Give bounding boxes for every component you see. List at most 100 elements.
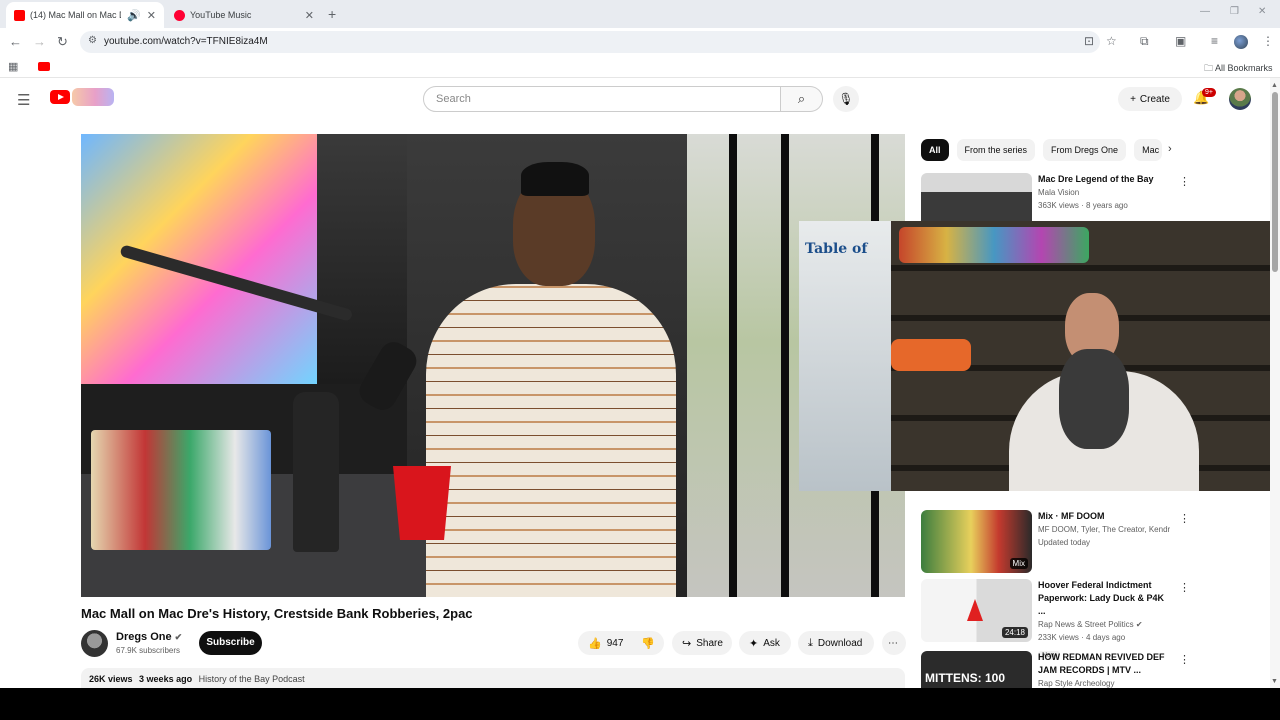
install-app-icon[interactable]: ⊡ [1084,34,1094,48]
more-vertical-icon[interactable]: ⋮ [1179,581,1190,594]
forward-icon[interactable]: → [33,34,46,49]
recommendation-item[interactable]: MITTENS: 100 HOW REDMAN REVIVED DEF JAM … [921,651,1190,688]
microphone-icon[interactable]: 🎙 [833,86,859,112]
subscriber-count: 67.9K subscribers [116,646,181,655]
graffiti-screen-image [81,134,321,384]
recommendation-channel[interactable]: Mala Vision [1038,186,1170,199]
browser-menu-icon[interactable]: ⋮ [1262,34,1274,48]
notification-count-badge: 9+ [1202,88,1216,97]
ask-label: Ask [763,637,780,649]
tab-close-icon[interactable]: ✕ [147,9,156,22]
cast-icon[interactable]: ▣ [1175,34,1186,48]
poster-title: Table of [805,241,868,257]
scroll-up-icon[interactable]: ▲ [1271,82,1278,89]
poster-image: Table of [799,221,891,491]
like-dislike-group: 👍 947 👎 [578,631,664,655]
speaker-icon[interactable]: 🔊 [127,9,141,22]
more-actions-button[interactable]: ⋯ [882,631,906,655]
create-button[interactable]: + Create [1118,87,1182,111]
recommendation-meta: HOW REDMAN REVIVED DEF JAM RECORDS | MTV… [1038,651,1170,688]
subscribe-button[interactable]: Subscribe [199,631,262,655]
scrollbar-thumb[interactable] [1272,92,1278,272]
reload-icon[interactable]: ↻ [57,34,68,50]
youtube-music-favicon-icon [174,9,185,21]
recommendation-title[interactable]: HOW REDMAN REVIVED DEF JAM RECORDS | MTV… [1038,651,1170,677]
dough-sign-image [891,339,971,371]
youtube-bookmark-icon[interactable] [38,62,50,71]
search-input[interactable]: Search [423,86,781,112]
ask-button[interactable]: ✦ Ask [739,631,791,655]
upload-age: 3 weeks ago [139,674,193,684]
recommendation-item[interactable]: Mix Mix · MF DOOM MF DOOM, Tyler, The Cr… [921,510,1190,576]
bookmark-star-icon[interactable]: ☆ [1106,34,1117,48]
hamburger-menu-icon[interactable]: ☰ [17,91,30,109]
all-bookmarks[interactable]: 🗀 All Bookmarks [1204,61,1273,77]
url-text[interactable]: youtube.com/watch?v=TFNIE8iza4M [104,36,268,47]
more-vertical-icon[interactable]: ⋮ [1179,653,1190,666]
video-player[interactable] [81,134,905,597]
restore-icon[interactable]: ❐ [1230,6,1239,17]
new-tab-icon[interactable]: + [328,6,336,22]
video-thumbnail[interactable]: Mix [921,510,1032,573]
thumbs-up-icon[interactable]: 👍 [588,637,602,650]
browser-tab-strip: (14) Mac Mall on Mac Dre's 🔊 ✕ YouTube M… [0,0,1280,28]
share-arrow-icon: ↪ [682,637,692,650]
recommendation-stats: 363K views · 8 years ago [1038,201,1128,210]
account-avatar[interactable] [1229,88,1251,110]
recommendation-title[interactable]: Mix · MF DOOM [1038,510,1170,523]
tab-youtube-video[interactable]: (14) Mac Mall on Mac Dre's 🔊 ✕ [6,2,164,28]
window-close-icon[interactable]: ✕ [1258,6,1266,17]
media-controls-icon[interactable]: ≡ [1211,34,1218,48]
youtube-doodle-icon[interactable] [72,88,114,106]
video-thumbnail[interactable]: MITTENS: 100 [921,651,1032,688]
spray-cans-image [91,430,271,550]
plus-icon: + [1130,93,1136,105]
minimize-icon[interactable]: — [1200,6,1210,17]
extensions-icon[interactable]: ⧉ [1140,34,1149,49]
chip-all[interactable]: All [921,139,949,161]
download-icon: ⤓ [808,636,813,649]
like-count[interactable]: 947 [607,638,624,649]
more-vertical-icon[interactable]: ⋮ [1179,512,1190,525]
recommendation-channel[interactable]: MF DOOM, Tyler, The Creator, Kendrick L.… [1038,523,1170,536]
recommendation-channel[interactable]: Rap Style Archeology [1038,677,1170,688]
apps-grid-icon[interactable]: ▦ [8,60,18,73]
webcam-overlay: Table of [799,221,1280,491]
toy-figures-image [899,227,1089,263]
recommendation-channel[interactable]: Rap News & Street Politics ✔ [1038,618,1170,631]
duration-badge: 24:18 [1001,627,1028,638]
recommendation-title[interactable]: Hoover Federal Indictment Paperwork: Lad… [1038,579,1170,618]
video-thumbnail[interactable]: 24:18 [921,579,1032,642]
tab-close-icon[interactable]: ✕ [305,9,314,22]
address-bar[interactable]: ⚙ youtube.com/watch?v=TFNIE8iza4M [80,31,1100,53]
tab-title: YouTube Music [190,10,252,20]
verified-check-icon: ✔ [1135,620,1143,629]
download-button[interactable]: ⤓ Download [798,631,874,655]
tab-youtube-music[interactable]: YouTube Music ✕ [166,2,322,28]
recommendation-title[interactable]: Mac Dre Legend of the Bay [1038,173,1170,186]
description-box[interactable]: 26K views 3 weeks ago History of the Bay… [81,668,905,688]
scroll-down-icon[interactable]: ▼ [1271,678,1278,685]
chip-from-channel[interactable]: From Dregs One [1043,139,1127,161]
more-horizontal-icon: ⋯ [888,637,898,649]
profile-avatar-icon[interactable] [1234,35,1248,49]
youtube-logo-icon[interactable] [50,90,70,104]
youtube-favicon-icon [14,9,25,21]
channel-avatar[interactable] [81,630,108,657]
chip-mac[interactable]: Mac [1134,139,1163,161]
recommendation-item[interactable]: 24:18 Hoover Federal Indictment Paperwor… [921,579,1190,660]
filter-chips: All From the series From Dregs One Mac [921,139,1163,161]
search-icon[interactable]: ⌕ [781,86,823,112]
video-title: Mac Mall on Mac Dre's History, Crestside… [81,606,473,621]
site-info-icon[interactable]: ⚙ [88,35,97,46]
more-vertical-icon[interactable]: ⋮ [1179,175,1190,188]
sparkle-icon: ✦ [749,637,759,650]
channel-name-link[interactable]: Dregs One ✔ [116,631,182,643]
description-tag[interactable]: History of the Bay Podcast [199,674,305,684]
baby-image [1059,349,1129,449]
chevron-right-icon[interactable]: › [1168,143,1172,155]
back-icon[interactable]: ← [9,34,22,49]
share-button[interactable]: ↪ Share [672,631,732,655]
chip-from-series[interactable]: From the series [956,139,1036,161]
thumbs-down-icon[interactable]: 👎 [641,637,655,650]
